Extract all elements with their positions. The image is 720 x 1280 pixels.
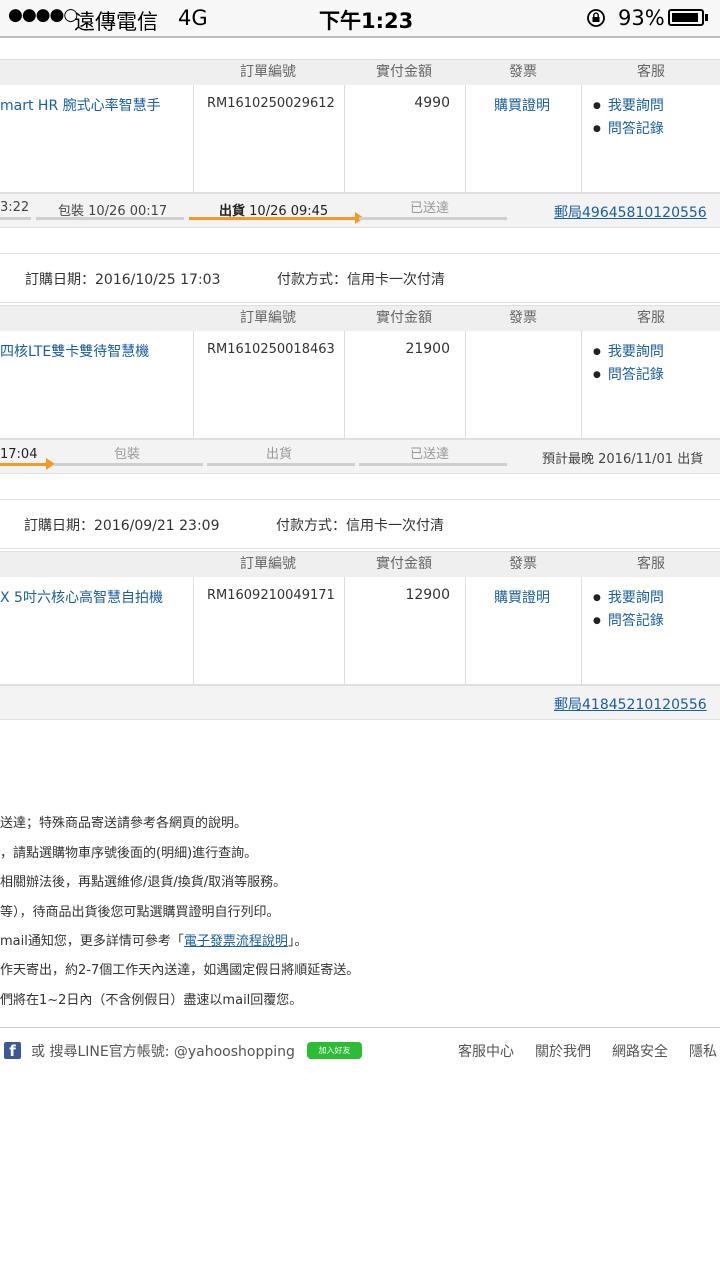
column-service: 客服	[637, 64, 665, 80]
order-3-product-link[interactable]: X 5吋六核心高智慧自拍機	[0, 587, 163, 607]
order-2-step-bar-2	[54, 463, 203, 466]
order-1-step-delivered: 已送達	[410, 201, 450, 216]
order-2-step-packing: 包裝	[114, 447, 141, 462]
order-3-postal-tracking-link[interactable]: 郵局41845210120556	[554, 694, 707, 714]
order-2-step-bar-3	[207, 463, 355, 466]
column-service: 客服	[637, 556, 665, 572]
column-amount: 實付金額	[376, 310, 432, 326]
note-line-7: 們將在1~2日內（不含例假日）盡速以mail回覆您。	[0, 993, 303, 1008]
order-2-progress-bar	[0, 463, 48, 466]
note-line-3: 相關辦法後，再點選維修/退貨/換貨/取消等服務。	[0, 875, 287, 890]
column-order-no: 訂單編號	[240, 556, 296, 572]
line-add-friend-button[interactable]: 加入好友	[307, 1042, 362, 1059]
order-1-purchase-proof-link[interactable]: 購買證明	[494, 95, 550, 115]
order-1-step-bar-2	[36, 217, 184, 220]
order-1-ask-question-link[interactable]: 我要詢問	[593, 95, 664, 115]
column-order-no: 訂單編號	[240, 310, 296, 326]
order-2-estimated-ship-date: 預計最晚 2016/11/01 出貨	[542, 452, 704, 467]
order-3-ask-question-link[interactable]: 我要詢問	[593, 587, 664, 607]
order-3-purchase-proof-link[interactable]: 購買證明	[494, 587, 550, 607]
signal-strength-indicator: ●●●●○	[8, 5, 78, 25]
rotation-lock-icon	[587, 9, 605, 27]
note-line-5: mail通知您，更多詳情可參考「電子發票流程說明」。	[0, 930, 307, 949]
order-1-table-header: 訂單編號 實付金額 發票 客服	[0, 59, 720, 86]
carrier-name: 遠傳電信	[74, 10, 158, 34]
order-1-qa-history-link[interactable]: 問答記錄	[593, 118, 664, 138]
order-1-postal-tracking-link[interactable]: 郵局49645810120556	[554, 202, 707, 222]
column-amount: 實付金額	[376, 556, 432, 572]
note-line-1: 送達；特殊商品寄送請參考各網頁的說明。	[0, 816, 248, 831]
order-1-order-no: RM1610250029612	[207, 96, 335, 111]
battery-icon	[668, 9, 704, 26]
order-1-product-link[interactable]: mart HR 腕式心率智慧手	[0, 95, 161, 115]
order-2-step-order-time: 17:04	[0, 447, 38, 462]
order-2-step-shipped: 出貨	[266, 447, 293, 462]
order-1-amount: 4990	[414, 95, 450, 111]
order-3-table-header: 訂單編號 實付金額 發票 客服	[0, 551, 720, 578]
column-service: 客服	[637, 310, 665, 326]
order-3-qa-history-link[interactable]: 問答記錄	[593, 610, 664, 630]
note-einvoice-suffix: 」。	[287, 934, 308, 949]
column-invoice: 發票	[509, 64, 537, 80]
column-amount: 實付金額	[376, 64, 432, 80]
column-order-no: 訂單編號	[240, 64, 296, 80]
order-2-order-date: 訂購日期：2016/10/25 17:03	[25, 272, 221, 288]
order-1-step-bar-4	[359, 217, 507, 220]
order-2-ask-question-link[interactable]: 我要詢問	[593, 341, 664, 361]
order-2-step-bar-4	[359, 463, 507, 466]
order-3-order-no: RM1609210049171	[207, 588, 335, 603]
footer-divider	[0, 1027, 720, 1028]
order-2-step-delivered: 已送達	[410, 447, 450, 462]
column-invoice: 發票	[509, 310, 537, 326]
footer-link-about-us[interactable]: 關於我們	[535, 1041, 591, 1061]
order-2-order-no: RM1610250018463	[207, 342, 335, 357]
battery-tip	[705, 14, 708, 21]
note-line-4: 等），待商品出貨後您可點選購買證明自行列印。	[0, 905, 280, 920]
einvoice-process-link[interactable]: 電子發票流程說明	[184, 934, 288, 949]
footer-link-privacy[interactable]: 隱私	[689, 1041, 717, 1061]
footer-link-customer-service[interactable]: 客服中心	[458, 1041, 514, 1061]
order-2-product-link[interactable]: 四核LTE雙卡雙待智慧機	[0, 341, 149, 361]
order-3-order-date: 訂購日期：2016/09/21 23:09	[24, 518, 220, 534]
facebook-icon[interactable]: f	[4, 1042, 21, 1059]
battery-percent: 93%	[618, 6, 665, 30]
note-line-2: ，請點選購物車序號後面的(明細)進行查詢。	[0, 846, 258, 861]
note-einvoice-prefix: mail通知您，更多詳情可參考「	[0, 934, 184, 949]
order-2-qa-history-link[interactable]: 問答記錄	[593, 364, 664, 384]
clock: 下午1:23	[319, 9, 414, 33]
order-1-step-bar-1	[0, 217, 31, 220]
order-1-progress-bar	[189, 217, 357, 220]
order-2-table-header: 訂單編號 實付金額 發票 客服	[0, 305, 720, 332]
column-invoice: 發票	[509, 556, 537, 572]
battery-fill	[672, 13, 698, 22]
order-3-amount: 12900	[405, 587, 450, 603]
network-type: 4G	[178, 6, 208, 30]
order-2-amount: 21900	[405, 341, 450, 357]
order-3-payment-method: 付款方式：信用卡一次付清	[276, 518, 444, 534]
order-2-payment-method: 付款方式：信用卡一次付清	[277, 272, 445, 288]
order-1-step-order-time: 3:22	[0, 200, 30, 215]
line-official-account-text: 或 搜尋LINE官方帳號: @yahooshopping	[31, 1044, 295, 1060]
footer-link-security[interactable]: 網路安全	[612, 1041, 668, 1061]
note-line-6: 作天寄出，約2-7個工作天內送達，如遇國定假日將順延寄送。	[0, 963, 360, 978]
